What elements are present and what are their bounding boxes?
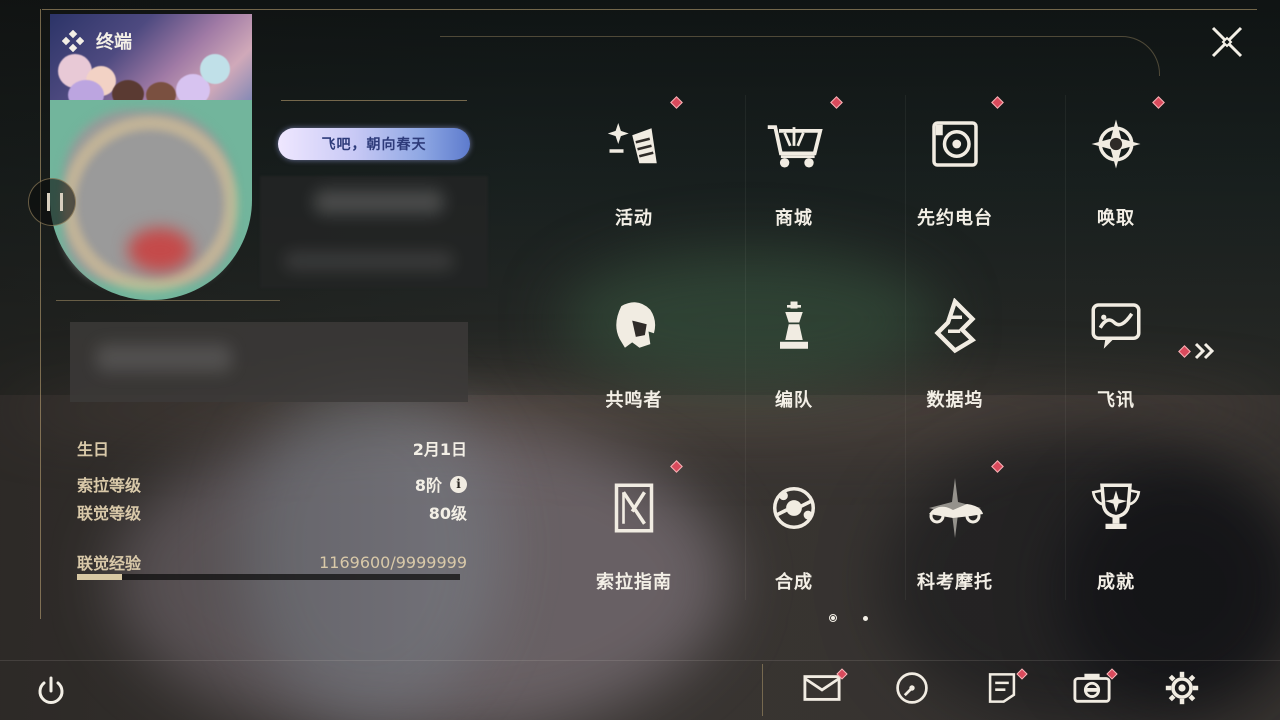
notification-dot — [1178, 344, 1191, 358]
close-icon[interactable] — [1207, 22, 1247, 62]
menu-item[interactable]: 成就 — [1036, 464, 1196, 634]
experience-bar-fill — [77, 574, 122, 580]
frame-top-line — [42, 9, 1257, 10]
menu-item-label: 飞讯 — [1097, 390, 1135, 411]
menu-item[interactable]: 合成 — [714, 464, 874, 634]
side-tab-handle[interactable] — [28, 178, 76, 226]
page-dot-active[interactable] — [829, 614, 837, 622]
menu-item-label: 编队 — [775, 390, 813, 411]
stat-value: 80级 — [428, 504, 467, 523]
frame-inner-line — [440, 36, 1160, 76]
page-dot[interactable] — [863, 615, 868, 621]
camera-icon — [1073, 669, 1111, 711]
menu-item-label: 共鸣者 — [605, 390, 663, 411]
sparkle-flag-icon — [602, 112, 666, 176]
notice-button[interactable] — [982, 668, 1028, 710]
gear-icon — [1164, 670, 1200, 710]
menu-item[interactable]: 活动 — [554, 96, 714, 270]
stat-value: 1169600/9999999 — [319, 552, 467, 572]
mail-button[interactable] — [802, 668, 848, 711]
menu-item-label: 成就 — [1097, 572, 1135, 593]
stat-row-union-exp: 联觉经验 1169600/9999999 — [77, 550, 467, 574]
stat-label: 联觉经验 — [77, 554, 142, 573]
data-dock-icon — [923, 294, 987, 358]
menu-item-label: 先约电台 — [917, 208, 993, 229]
menu-item-label: 活动 — [615, 208, 653, 229]
stat-row-birthday: 生日 2月1日 — [77, 436, 467, 460]
motorcycle-icon — [923, 476, 987, 540]
page-title: 终端 — [96, 32, 132, 53]
next-page-button[interactable] — [1178, 340, 1220, 362]
trophy-icon — [1084, 476, 1148, 540]
frame-left-line — [40, 9, 41, 619]
settings-button[interactable] — [1162, 670, 1202, 710]
signature-text: 飞吧，朝向春天 — [321, 137, 427, 153]
stat-label: 索拉等级 — [77, 476, 142, 495]
menu-item[interactable]: 唤取 — [1036, 96, 1196, 270]
radio-icon — [923, 112, 987, 176]
notice-icon — [985, 671, 1019, 709]
player-name-redacted — [260, 176, 488, 288]
menu-item[interactable]: 商城 — [714, 96, 874, 270]
name-divider — [281, 100, 467, 101]
guide-book-icon — [602, 476, 666, 540]
bottom-bar-separator — [762, 664, 763, 716]
menu-item-label: 合成 — [775, 572, 813, 593]
menu-item[interactable]: 科考摩托 — [875, 460, 1035, 634]
stat-value: 2月1日 — [412, 440, 467, 459]
menu-item-label: 数据坞 — [926, 390, 984, 411]
menu-item[interactable]: 编队 — [714, 282, 874, 452]
compass-star-icon — [1084, 112, 1148, 176]
terminal-diamond-icon — [62, 30, 84, 52]
stat-label: 联觉等级 — [77, 504, 142, 523]
double-chevron-right-icon — [1194, 342, 1215, 360]
stat-row-sola-level: 索拉等级 8阶 i — [77, 472, 467, 496]
menu-item[interactable]: 先约电台 — [875, 96, 1035, 270]
menu-item[interactable]: 飞讯 — [1036, 282, 1196, 452]
menu-item-label: 索拉指南 — [596, 572, 672, 593]
stat-label: 生日 — [77, 440, 110, 459]
stat-value: 8阶 — [414, 476, 442, 495]
stat-value-group: 8阶 i — [415, 472, 467, 496]
camera-button[interactable] — [1072, 668, 1118, 711]
menu-item-label: 科考摩托 — [917, 572, 993, 593]
menu-item-label: 商城 — [775, 208, 813, 229]
shopping-cart-icon — [762, 112, 826, 176]
character-portrait-icon — [602, 294, 666, 358]
synthesis-icon — [762, 476, 826, 540]
avatar-detail — [128, 228, 192, 272]
menu-item[interactable]: 数据坞 — [875, 282, 1035, 452]
power-icon[interactable] — [34, 674, 68, 708]
page-indicator — [829, 614, 868, 622]
menu-item[interactable]: 共鸣者 — [554, 282, 714, 452]
clock-button[interactable] — [892, 670, 932, 710]
player-uid-redacted — [70, 322, 468, 402]
profile-divider — [56, 300, 280, 301]
clock-icon — [894, 670, 930, 710]
chess-piece-icon — [762, 294, 826, 358]
stat-row-union-level: 联觉等级 80级 — [77, 500, 467, 524]
chat-message-icon — [1084, 294, 1148, 358]
info-icon[interactable]: i — [450, 475, 467, 493]
experience-bar — [77, 574, 460, 580]
frame-bottom-line — [0, 660, 1280, 661]
mail-icon — [803, 669, 841, 711]
signature-badge[interactable]: 飞吧，朝向春天 — [278, 128, 470, 160]
menu-item[interactable]: 索拉指南 — [554, 460, 714, 634]
menu-item-label: 唤取 — [1097, 208, 1135, 229]
